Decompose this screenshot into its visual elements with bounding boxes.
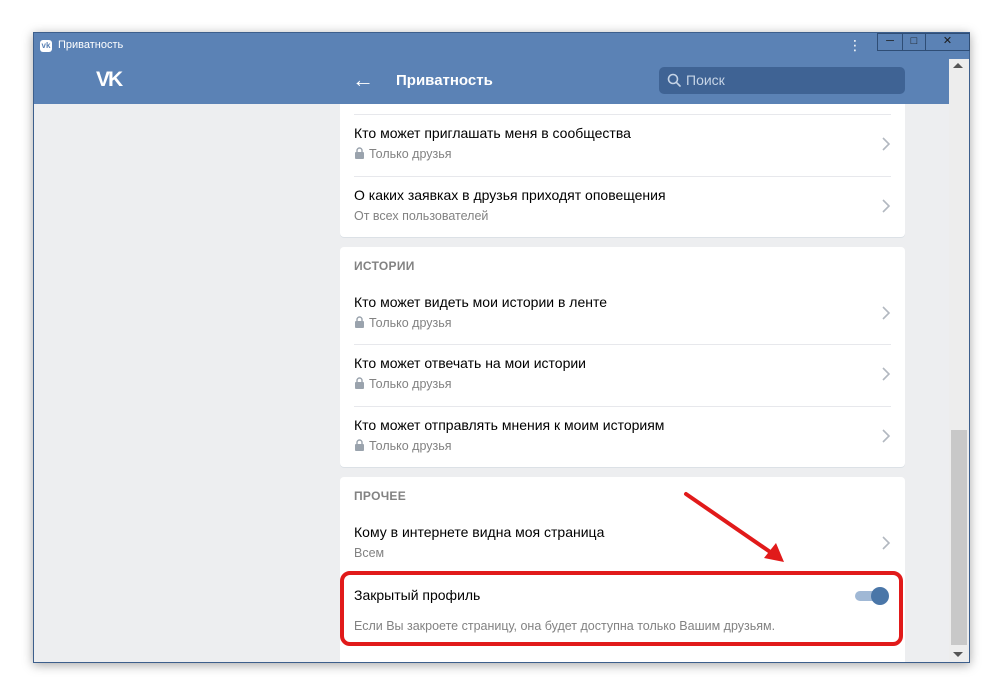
settings-card-other: ПРОЧЕЕ Кому в интернете видна моя страни…: [340, 477, 905, 662]
scrollbar-thumb[interactable]: [951, 430, 967, 645]
title-bar: vk Приватность ⋮ ─ □ ✕: [34, 33, 970, 59]
content-area: Кто может приглашать меня в сообщества Т…: [34, 104, 949, 662]
app-window: vk Приватность ⋮ ─ □ ✕ VK ← Приватность …: [33, 32, 970, 663]
setting-value: Только друзья: [354, 377, 452, 391]
settings-card-stories: ИСТОРИИ Кто может видеть мои истории в л…: [340, 247, 905, 467]
search-placeholder: Поиск: [686, 72, 725, 88]
chevron-right-icon: [882, 306, 891, 320]
setting-title: О каких заявках в друзья приходят оповещ…: [354, 187, 666, 203]
search-field[interactable]: Поиск: [659, 67, 905, 94]
chevron-right-icon: [882, 137, 891, 151]
closed-profile-row: Закрытый профиль Если Вы закроете страни…: [340, 575, 905, 655]
lock-icon: [355, 316, 364, 328]
setting-value: Только друзья: [354, 316, 452, 330]
more-menu-icon[interactable]: ⋮: [848, 37, 862, 53]
setting-title: Кто может приглашать меня в сообщества: [354, 125, 631, 141]
back-arrow-icon[interactable]: ←: [352, 67, 374, 93]
page-title: Приватность: [396, 72, 493, 89]
setting-row[interactable]: Кому в интернете видна моя страница Всем: [340, 513, 905, 574]
scroll-up-arrow-icon[interactable]: [953, 63, 963, 68]
lock-icon: [355, 439, 364, 451]
chevron-right-icon: [882, 429, 891, 443]
toggle-knob: [871, 587, 889, 605]
minimize-button[interactable]: ─: [877, 33, 903, 51]
setting-title: Кто может отправлять мнения к моим истор…: [354, 417, 665, 433]
scroll-down-arrow-icon[interactable]: [953, 652, 963, 657]
chevron-right-icon: [882, 199, 891, 213]
setting-row[interactable]: Кто может отвечать на мои истории Только…: [340, 344, 905, 405]
setting-row[interactable]: Кто может отправлять мнения к моим истор…: [340, 406, 905, 467]
chevron-right-icon: [882, 536, 891, 550]
lock-icon: [355, 377, 364, 389]
vk-app-icon: vk: [40, 40, 52, 52]
setting-row[interactable]: Кто может видеть мои истории в ленте Тол…: [340, 283, 905, 344]
closed-profile-toggle[interactable]: [855, 586, 889, 606]
setting-value: Только друзья: [354, 439, 452, 453]
vertical-scrollbar[interactable]: [949, 59, 969, 662]
setting-title: Кто может отвечать на мои истории: [354, 355, 587, 371]
divider: [354, 176, 891, 177]
setting-title: Кто может видеть мои истории в ленте: [354, 294, 608, 310]
setting-value: От всех пользователей: [354, 209, 489, 223]
close-button[interactable]: ✕: [925, 33, 970, 51]
section-heading: ПРОЧЕЕ: [354, 489, 407, 503]
setting-value: Только друзья: [354, 147, 452, 161]
settings-card-top: Кто может приглашать меня в сообщества Т…: [340, 104, 905, 237]
chevron-right-icon: [882, 367, 891, 381]
closed-profile-description: Если Вы закроете страницу, она будет дос…: [354, 619, 776, 633]
setting-title: Закрытый профиль: [354, 587, 481, 603]
setting-row[interactable]: О каких заявках в друзья приходят оповещ…: [340, 176, 905, 237]
divider: [354, 114, 891, 115]
setting-row[interactable]: Кто может приглашать меня в сообщества Т…: [340, 114, 905, 175]
maximize-button[interactable]: □: [902, 33, 926, 51]
divider: [354, 406, 891, 407]
divider: [354, 344, 891, 345]
window-title: Приватность: [58, 39, 124, 51]
setting-value: Всем: [354, 546, 385, 560]
app-header: VK ← Приватность Поиск: [34, 59, 949, 104]
section-heading: ИСТОРИИ: [354, 259, 415, 273]
vk-logo[interactable]: VK: [96, 68, 123, 92]
setting-title: Кому в интернете видна моя страница: [354, 524, 605, 540]
lock-icon: [355, 147, 364, 159]
search-icon: [667, 73, 681, 87]
